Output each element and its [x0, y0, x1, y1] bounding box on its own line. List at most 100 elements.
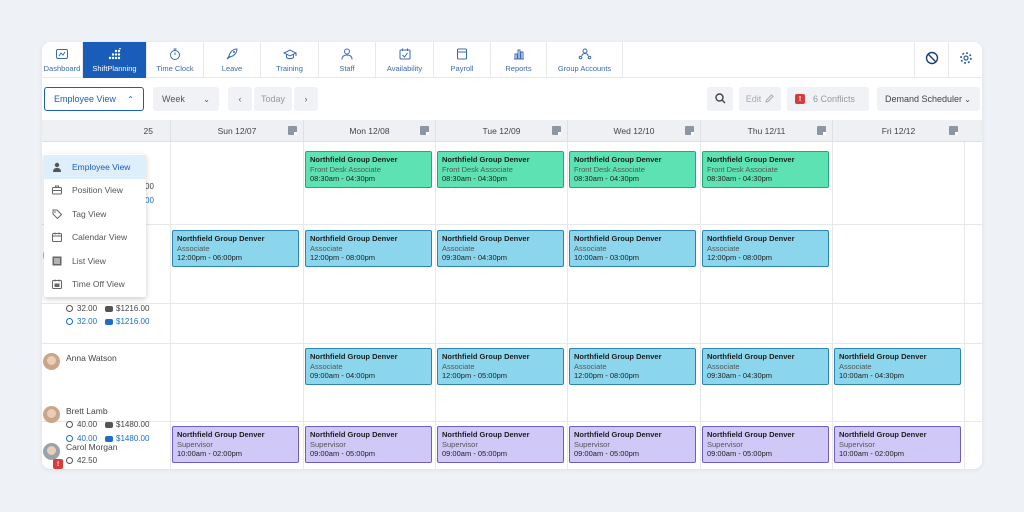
calendar-off-icon: [52, 279, 62, 290]
shift-block[interactable]: Northfield Group Denver Front Desk Associ…: [702, 151, 829, 188]
shift-block[interactable]: Northfield Group Denver Supervisor 09:00am…: [305, 426, 432, 463]
nav-group-accounts[interactable]: Group Accounts: [547, 42, 623, 78]
shift-block[interactable]: Northfield Group Denver Front Desk Associ…: [305, 151, 432, 188]
day-header[interactable]: Mon 12/08: [303, 120, 435, 142]
shiftplanning-icon: [107, 47, 123, 61]
shift-block[interactable]: Northfield Group Denver Front Desk Associ…: [437, 151, 564, 188]
grid-divider: [170, 142, 171, 469]
menu-item-list-view[interactable]: List View: [44, 249, 146, 273]
warning-icon: !: [53, 459, 63, 469]
cost-value: $1216.00: [116, 304, 150, 313]
shift-position: Associate: [574, 243, 607, 253]
demand-scheduler-button[interactable]: Demand Scheduler ⌄: [877, 87, 980, 111]
employee-name[interactable]: Anna Watson: [66, 353, 117, 363]
nav-payroll[interactable]: Payroll: [434, 42, 491, 78]
shift-block[interactable]: Northfield Group Denver Associate 10:00am …: [569, 230, 696, 267]
avatar: [43, 443, 60, 460]
menu-item-label: Employee View: [72, 161, 131, 172]
menu-item-time-off-view[interactable]: Time Off View: [44, 273, 146, 297]
menu-item-employee-view[interactable]: Employee View: [44, 155, 146, 179]
shift-block[interactable]: Northfield Group Denver Associate 12:00pm …: [437, 348, 564, 385]
shift-time: 09:00am - 05:00pm: [310, 449, 376, 459]
range-selector[interactable]: Week ⌄: [153, 87, 219, 111]
note-icon[interactable]: [685, 126, 694, 135]
employee-name[interactable]: Carol Morgan: [66, 442, 118, 452]
note-icon[interactable]: [949, 126, 958, 135]
gear-icon: [959, 51, 973, 70]
shift-block[interactable]: Northfield Group Denver Associate 09:30am …: [702, 348, 829, 385]
shift-block[interactable]: Northfield Group Denver Front Desk Associ…: [569, 151, 696, 188]
cost-value: $1480.00: [116, 420, 150, 429]
shift-block[interactable]: Northfield Group Denver Associate 10:00am …: [834, 348, 961, 385]
shift-position: Supervisor: [310, 439, 346, 449]
previous-week-button[interactable]: ‹: [228, 87, 252, 111]
nav-time-clock[interactable]: Time Clock: [147, 42, 204, 78]
row-divider: [42, 343, 982, 344]
day-header[interactable]: Fri 12/12: [832, 120, 964, 142]
shift-block[interactable]: Northfield Group Denver Associate 09:30am …: [437, 230, 564, 267]
nav-label: Training: [276, 64, 303, 73]
shift-block[interactable]: Northfield Group Denver Supervisor 09:00am…: [702, 426, 829, 463]
shift-position: Supervisor: [707, 439, 743, 449]
day-header[interactable]: Tue 12/09: [435, 120, 567, 142]
shift-location: Northfield Group Denver: [839, 352, 927, 361]
shift-block[interactable]: Northfield Group Denver Associate 09:00am …: [305, 348, 432, 385]
shift-time: 08:30am - 04:30pm: [707, 174, 773, 184]
menu-item-calendar-view[interactable]: Calendar View: [44, 226, 146, 250]
day-header[interactable]: Sun 12/07: [170, 120, 303, 142]
day-label: Sun 12/07: [217, 126, 257, 136]
nav-leave[interactable]: Leave: [204, 42, 261, 78]
employee-stats: 32.00 $1216.00: [66, 304, 149, 313]
view-selector[interactable]: Employee View ⌃: [44, 87, 144, 111]
nav-label: Staff: [339, 64, 355, 73]
nav-label: Time Clock: [156, 64, 194, 73]
nav-label: Reports: [505, 64, 532, 73]
shift-location: Northfield Group Denver: [839, 430, 927, 439]
day-header[interactable]: Wed 12/10: [567, 120, 700, 142]
day-header[interactable]: Thu 12/11: [700, 120, 832, 142]
shift-location: Northfield Group Denver: [707, 430, 795, 439]
shift-block[interactable]: Northfield Group Denver Supervisor 10:00am…: [172, 426, 299, 463]
nav-training[interactable]: Training: [261, 42, 319, 78]
employee-name[interactable]: Brett Lamb: [66, 406, 108, 416]
day-label: Wed 12/10: [613, 126, 655, 136]
shift-block[interactable]: Northfield Group Denver Associate 12:00pm …: [305, 230, 432, 267]
next-week-button[interactable]: ›: [294, 87, 318, 111]
today-button[interactable]: Today: [254, 87, 292, 111]
conflicts-button[interactable]: ! 6 Conflicts: [787, 87, 869, 111]
shift-time: 09:30am - 04:30pm: [442, 253, 508, 263]
edit-button[interactable]: Edit: [739, 87, 781, 111]
shift-block[interactable]: Northfield Group Denver Supervisor 10:00am…: [834, 426, 961, 463]
row-divider: [42, 421, 982, 422]
shift-block[interactable]: Northfield Group Denver Supervisor 09:00am…: [437, 426, 564, 463]
menu-item-label: List View: [72, 255, 106, 266]
nav-staff[interactable]: Staff: [319, 42, 376, 78]
note-icon[interactable]: [420, 126, 429, 135]
nav-dashboard[interactable]: Dashboard: [42, 42, 83, 78]
employee-hours: 00: [145, 182, 154, 191]
shift-block[interactable]: Northfield Group Denver Associate 12:00pm …: [569, 348, 696, 385]
search-button[interactable]: [707, 87, 733, 111]
nav-label: Group Accounts: [557, 64, 612, 73]
cost-value: $1216.00: [116, 317, 150, 326]
edit-label: Edit: [745, 94, 762, 104]
nav-availability[interactable]: Availability: [376, 42, 434, 78]
shift-position: Associate: [707, 361, 740, 371]
nav-reports[interactable]: Reports: [491, 42, 547, 78]
nav-shiftplanning[interactable]: ShiftPlanning: [83, 42, 147, 78]
nav-label: ShiftPlanning: [92, 64, 137, 73]
dashboard-icon: [54, 47, 70, 61]
note-icon[interactable]: [817, 126, 826, 135]
shift-block[interactable]: Northfield Group Denver Supervisor 09:00am…: [569, 426, 696, 463]
hide-button[interactable]: [914, 42, 948, 78]
note-icon[interactable]: [288, 126, 297, 135]
shift-block[interactable]: Northfield Group Denver Associate 12:00pm …: [702, 230, 829, 267]
settings-button[interactable]: [948, 42, 982, 78]
nav-label: Leave: [221, 64, 243, 73]
shift-block[interactable]: Northfield Group Denver Associate 12:00pm …: [172, 230, 299, 267]
menu-item-position-view[interactable]: Position View: [44, 179, 146, 203]
note-icon[interactable]: [552, 126, 561, 135]
menu-item-tag-view[interactable]: Tag View: [44, 202, 146, 226]
grid-divider: [964, 142, 965, 469]
coins-icon: [105, 421, 114, 428]
